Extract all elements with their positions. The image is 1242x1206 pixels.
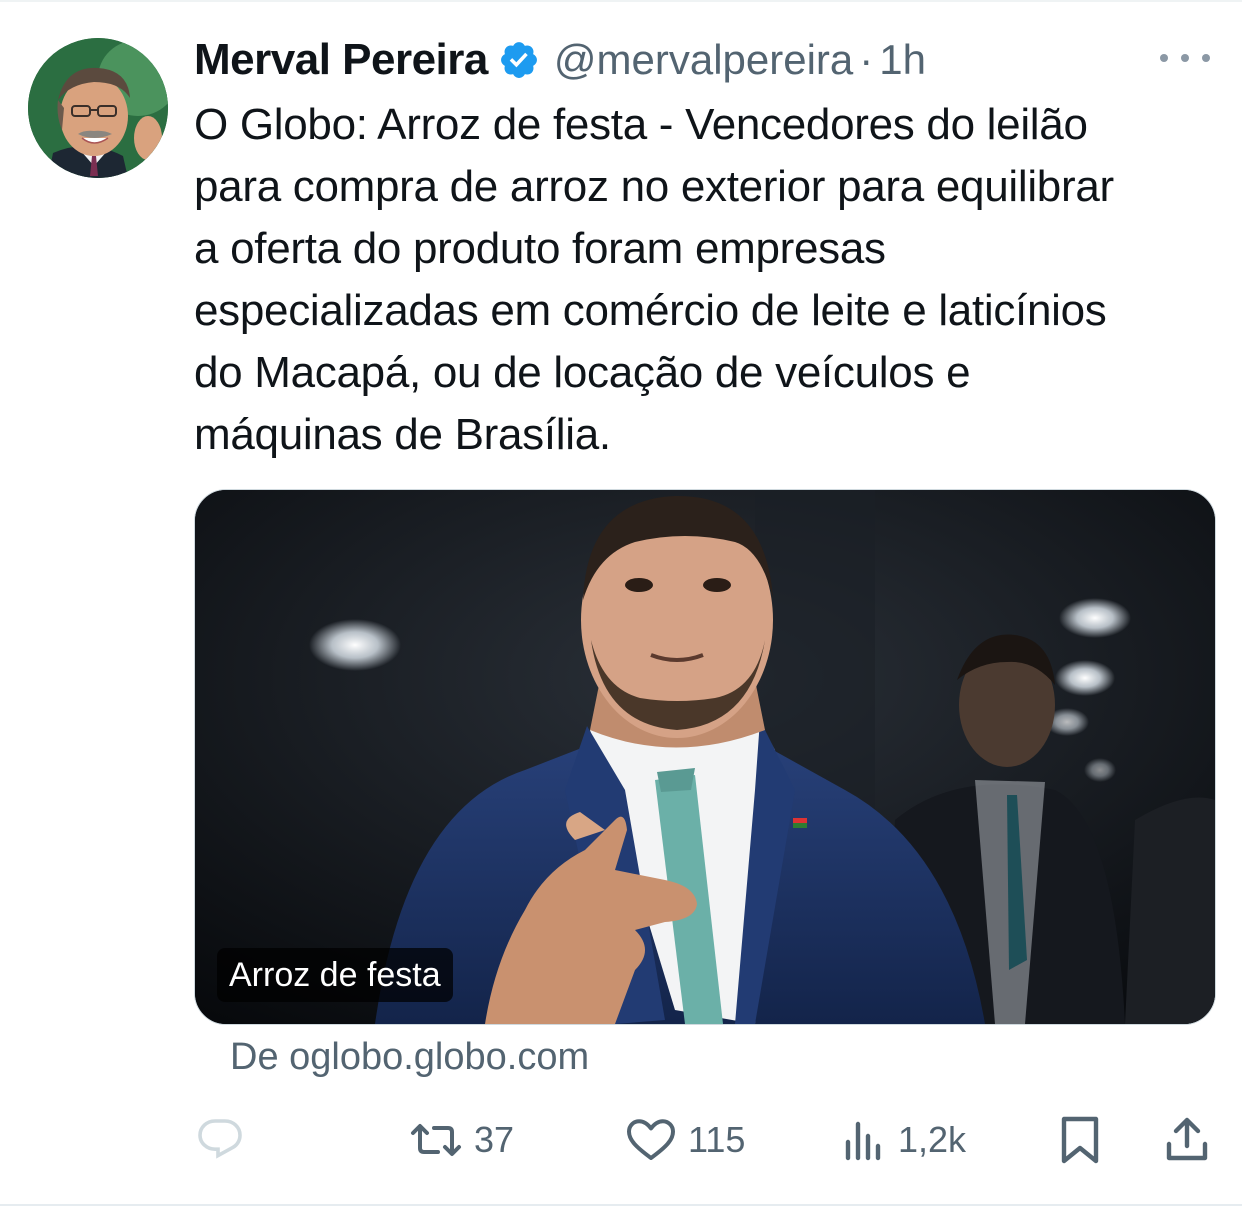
like-count: 115 — [688, 1119, 746, 1160]
views-count: 1,2k — [898, 1119, 967, 1160]
card-caption: Arroz de festa — [217, 948, 453, 1002]
verified-badge-icon[interactable] — [498, 39, 540, 81]
share-icon — [1166, 1117, 1208, 1161]
retweet-icon — [411, 1124, 461, 1156]
author-name[interactable]: Merval Pereira — [194, 35, 488, 85]
reply-icon — [198, 1119, 242, 1159]
like-button[interactable]: 115 — [626, 1112, 745, 1168]
tweet-text: O Globo: Arroz de festa - Vencedores do … — [194, 100, 1114, 459]
tweet-header: Merval Pereira @mervalpereira · 1h — [194, 32, 926, 88]
avatar-photo — [28, 38, 168, 178]
author-handle[interactable]: @mervalpereira — [554, 36, 853, 84]
retweet-button[interactable]: 37 — [410, 1112, 514, 1168]
timestamp[interactable]: 1h — [879, 36, 926, 84]
bookmark-button[interactable] — [1058, 1112, 1102, 1168]
link-card[interactable]: Arroz de festa — [194, 489, 1216, 1025]
retweet-count: 37 — [474, 1119, 515, 1160]
bookmark-icon — [1061, 1116, 1099, 1164]
author-avatar[interactable] — [28, 38, 168, 178]
heart-icon — [627, 1119, 675, 1160]
more-options-icon[interactable] — [1160, 40, 1210, 76]
views-chart-icon — [845, 1121, 881, 1161]
reply-button[interactable] — [194, 1112, 246, 1168]
views-button[interactable]: 1,2k — [842, 1112, 966, 1168]
top-divider — [0, 0, 1242, 2]
card-source-link[interactable]: De oglobo.globo.com — [230, 1036, 589, 1079]
separator-dot: · — [859, 36, 874, 83]
share-button[interactable] — [1164, 1112, 1210, 1168]
card-photo — [195, 490, 1215, 1024]
